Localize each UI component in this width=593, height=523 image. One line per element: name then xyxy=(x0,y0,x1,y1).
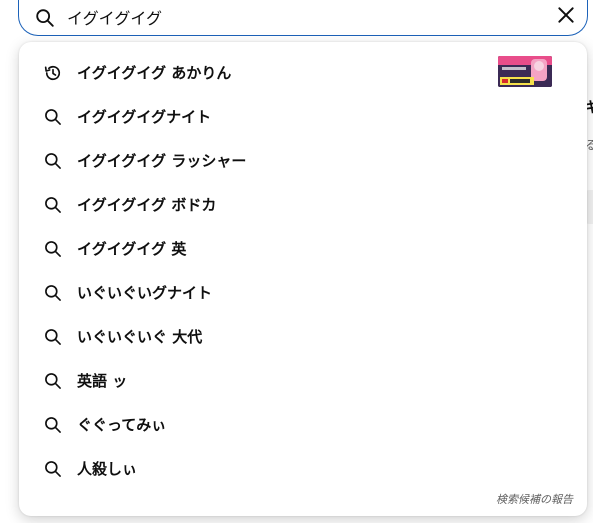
search-icon xyxy=(43,415,63,435)
suggestion-item[interactable]: イグイグイグ ボドカ xyxy=(19,183,587,227)
suggestion-item[interactable]: 英語 ッ xyxy=(19,359,587,403)
suggestion-label: イグイグイグ ボドカ xyxy=(77,196,217,214)
suggestion-label: 英語 ッ xyxy=(77,372,128,390)
suggestion-label: イグイグイグナイト xyxy=(77,108,212,126)
close-icon xyxy=(556,5,576,29)
suggestion-label: イグイグイグ ラッシャー xyxy=(77,152,247,170)
history-icon xyxy=(43,63,63,83)
suggestions-dropdown: イグイグイグ あかりん イグイグイグナイト イグイグイグ ラッシャー イグイグイ… xyxy=(19,42,587,516)
suggestion-item[interactable]: 人殺しぃ xyxy=(19,447,587,491)
report-suggestions-link[interactable]: 検索候補の報告 xyxy=(496,491,573,507)
search-icon xyxy=(34,7,56,29)
suggestion-item[interactable]: いぐいぐいぐ 大代 xyxy=(19,315,587,359)
suggestion-item[interactable]: イグイグイグ ラッシャー xyxy=(19,139,587,183)
search-icon xyxy=(43,107,63,127)
search-icon xyxy=(43,459,63,479)
page: キ る イグイグイグ イグイグイグ あかりん イグイグイグナイト イグイグイグ … xyxy=(0,0,593,523)
search-bar xyxy=(18,0,588,36)
search-icon xyxy=(43,283,63,303)
suggestion-item[interactable]: いぐいぐいグナイト xyxy=(19,271,587,315)
search-icon xyxy=(43,371,63,391)
search-icon xyxy=(43,327,63,347)
search-icon xyxy=(43,239,63,259)
search-input[interactable] xyxy=(67,4,537,30)
search-icon xyxy=(43,195,63,215)
suggestion-label: 人殺しぃ xyxy=(77,460,138,478)
suggestion-label: いぐいぐいグナイト xyxy=(77,284,213,302)
suggestion-item[interactable]: イグイグイグ 英 xyxy=(19,227,587,271)
suggestion-label: ぐぐってみぃ xyxy=(77,416,167,434)
suggestion-label: いぐいぐいぐ 大代 xyxy=(77,328,203,346)
suggestion-item[interactable]: ぐぐってみぃ xyxy=(19,403,587,447)
search-icon xyxy=(43,151,63,171)
suggestion-label: イグイグイグ あかりん xyxy=(77,64,232,82)
clear-search-button[interactable] xyxy=(551,2,581,32)
suggestion-thumbnail[interactable] xyxy=(498,56,552,87)
suggestion-label: イグイグイグ 英 xyxy=(77,240,187,258)
suggestion-item[interactable]: イグイグイグナイト xyxy=(19,95,587,139)
